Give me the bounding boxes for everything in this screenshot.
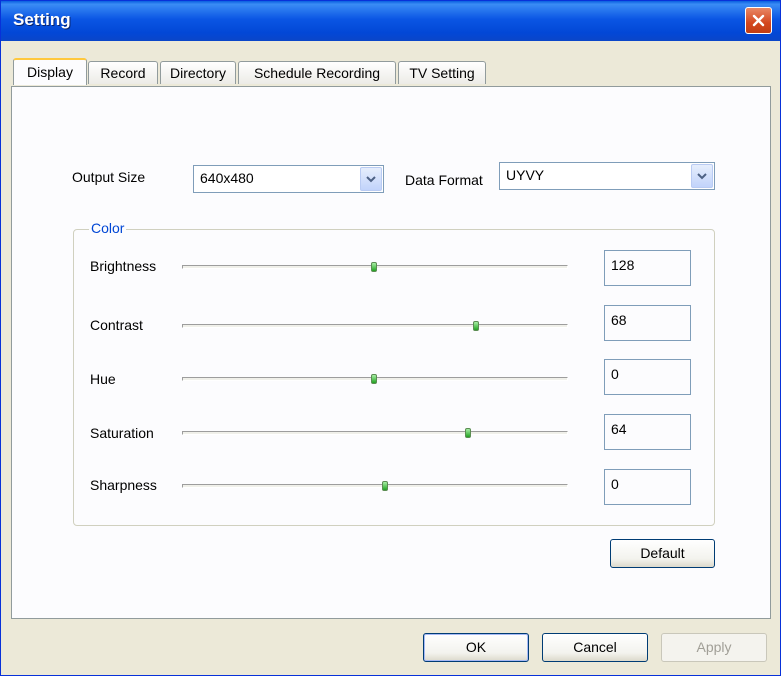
- sharpness-slider-thumb[interactable]: [382, 481, 388, 491]
- output-size-value: 640x480: [200, 170, 254, 186]
- default-button[interactable]: Default: [610, 539, 715, 568]
- apply-button: Apply: [661, 633, 767, 662]
- output-size-dropdown[interactable]: 640x480: [193, 165, 384, 193]
- hue-value: 0: [611, 366, 619, 382]
- tab-directory[interactable]: Directory: [160, 61, 236, 84]
- tab-display[interactable]: Display: [13, 58, 87, 85]
- hue-slider-thumb[interactable]: [371, 374, 377, 384]
- data-format-value: UYVY: [506, 167, 545, 183]
- close-icon: [752, 14, 765, 27]
- brightness-value-box[interactable]: 128: [604, 250, 691, 286]
- output-size-dropdown-button[interactable]: [360, 167, 382, 191]
- brightness-slider[interactable]: [182, 262, 568, 272]
- close-button[interactable]: [745, 7, 772, 34]
- chevron-down-icon: [366, 176, 376, 183]
- output-size-label: Output Size: [72, 169, 146, 185]
- contrast-label: Contrast: [90, 317, 143, 333]
- brightness-label: Brightness: [90, 258, 157, 274]
- brightness-value: 128: [611, 257, 635, 273]
- sharpness-slider[interactable]: [182, 481, 568, 491]
- sharpness-label: Sharpness: [90, 477, 157, 493]
- display-tab-panel: Output Size 640x480 Data Format UYVY Col…: [11, 86, 771, 619]
- data-format-label: Data Format: [405, 172, 483, 188]
- hue-value-box[interactable]: 0: [604, 359, 691, 395]
- contrast-value-box[interactable]: 68: [604, 305, 691, 341]
- saturation-label: Saturation: [90, 425, 154, 441]
- saturation-slider[interactable]: [182, 428, 568, 438]
- hue-slider[interactable]: [182, 374, 568, 384]
- contrast-slider-thumb[interactable]: [473, 321, 479, 331]
- sharpness-value: 0: [611, 476, 619, 492]
- sharpness-value-box[interactable]: 0: [604, 469, 691, 505]
- hue-label: Hue: [90, 371, 116, 387]
- brightness-slider-thumb[interactable]: [371, 262, 377, 272]
- tab-tv-setting[interactable]: TV Setting: [398, 61, 486, 84]
- tab-record[interactable]: Record: [88, 61, 158, 84]
- saturation-value-box[interactable]: 64: [604, 414, 691, 450]
- ok-button[interactable]: OK: [423, 633, 529, 662]
- data-format-dropdown[interactable]: UYVY: [499, 162, 715, 190]
- color-group-caption: Color: [89, 220, 127, 236]
- settings-dialog: Setting Display Record Directory Schedul…: [0, 0, 781, 676]
- chevron-down-icon: [697, 173, 707, 180]
- tab-schedule-recording[interactable]: Schedule Recording: [238, 61, 396, 84]
- title-bar[interactable]: Setting: [1, 1, 780, 41]
- contrast-slider[interactable]: [182, 321, 568, 331]
- contrast-value: 68: [611, 312, 627, 328]
- saturation-value: 64: [611, 421, 627, 437]
- cancel-button[interactable]: Cancel: [542, 633, 648, 662]
- window-title: Setting: [13, 10, 71, 29]
- dialog-body: Display Record Directory Schedule Record…: [4, 41, 777, 672]
- data-format-dropdown-button[interactable]: [691, 164, 713, 188]
- saturation-slider-thumb[interactable]: [465, 428, 471, 438]
